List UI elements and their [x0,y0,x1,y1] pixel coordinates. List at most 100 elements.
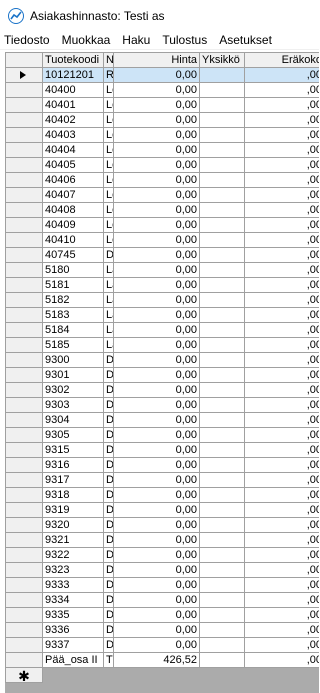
nimi-cell[interactable]: D [104,443,114,458]
row-selector[interactable] [6,518,43,533]
yksikko-cell[interactable] [200,443,245,458]
table-row[interactable]: 40401Le0,00 ,00 [6,98,319,113]
tuotekoodi-cell[interactable]: 40405 [43,158,104,173]
nimi-cell[interactable]: D [104,518,114,533]
row-selector[interactable] [6,338,43,353]
row-selector[interactable] [6,623,43,638]
yksikko-cell[interactable] [200,233,245,248]
nimi-cell[interactable]: D [104,473,114,488]
yksikko-cell[interactable] [200,548,245,563]
nimi-cell[interactable]: D [104,353,114,368]
erakoko-cell[interactable]: ,00 [245,428,319,443]
column-header-tuotekoodi[interactable]: Tuotekoodi [43,53,104,68]
tuotekoodi-cell[interactable]: 40400 [43,83,104,98]
hinta-cell[interactable]: 0,00 [114,158,200,173]
table-row[interactable]: 40406Le0,00 ,00 [6,173,319,188]
row-selector[interactable] [6,248,43,263]
row-selector[interactable] [6,563,43,578]
yksikko-cell[interactable] [200,383,245,398]
erakoko-cell[interactable]: ,00 [245,158,319,173]
row-selector[interactable] [6,488,43,503]
yksikko-cell[interactable] [200,458,245,473]
yksikko-cell[interactable] [200,638,245,653]
erakoko-cell[interactable]: ,00 [245,188,319,203]
nimi-cell[interactable]: D [104,503,114,518]
yksikko-cell[interactable] [200,68,245,83]
table-row[interactable]: 9337D0,00 ,00 [6,638,319,653]
row-selector-header[interactable] [6,53,43,68]
column-header-nimi[interactable]: N [104,53,114,68]
erakoko-cell[interactable]: ,00 [245,293,319,308]
nimi-cell[interactable]: Le [104,188,114,203]
erakoko-cell[interactable]: ,00 [245,248,319,263]
tuotekoodi-cell[interactable]: 9323 [43,563,104,578]
yksikko-cell[interactable] [200,593,245,608]
nimi-cell[interactable]: Le [104,218,114,233]
table-row[interactable]: 9322D0,00 ,00 [6,548,319,563]
yksikko-cell[interactable] [200,353,245,368]
table-row[interactable]: 40403Le0,00 ,00 [6,128,319,143]
table-row[interactable]: 5181La0,00 ,00 [6,278,319,293]
row-selector[interactable] [6,83,43,98]
nimi-cell[interactable]: D [104,563,114,578]
erakoko-cell[interactable]: ,00 [245,323,319,338]
yksikko-cell[interactable] [200,578,245,593]
hinta-cell[interactable]: 0,00 [114,488,200,503]
erakoko-cell[interactable]: ,00 [245,413,319,428]
erakoko-cell[interactable]: ,00 [245,338,319,353]
new-record-cell[interactable] [200,668,245,683]
table-row[interactable]: 9303D0,00 ,00 [6,398,319,413]
tuotekoodi-cell[interactable]: 9337 [43,638,104,653]
tuotekoodi-cell[interactable]: 9302 [43,383,104,398]
nimi-cell[interactable]: D [104,413,114,428]
tuotekoodi-cell[interactable]: 9300 [43,353,104,368]
yksikko-cell[interactable] [200,113,245,128]
table-row[interactable]: 9304D0,00 ,00 [6,413,319,428]
hinta-cell[interactable]: 0,00 [114,323,200,338]
hinta-cell[interactable]: 426,52 [114,653,200,668]
erakoko-cell[interactable]: ,00 [245,368,319,383]
erakoko-cell[interactable]: ,00 [245,548,319,563]
table-row[interactable]: 9323D0,00 ,00 [6,563,319,578]
hinta-cell[interactable]: 0,00 [114,593,200,608]
row-selector[interactable] [6,428,43,443]
nimi-cell[interactable]: Le [104,113,114,128]
yksikko-cell[interactable] [200,563,245,578]
hinta-cell[interactable]: 0,00 [114,473,200,488]
tuotekoodi-cell[interactable]: 5182 [43,293,104,308]
erakoko-cell[interactable]: ,00 [245,173,319,188]
hinta-cell[interactable]: 0,00 [114,428,200,443]
hinta-cell[interactable]: 0,00 [114,548,200,563]
tuotekoodi-cell[interactable]: 40410 [43,233,104,248]
erakoko-cell[interactable]: ,00 [245,113,319,128]
table-row[interactable]: 9336D0,00 ,00 [6,623,319,638]
yksikko-cell[interactable] [200,308,245,323]
erakoko-cell[interactable]: ,00 [245,353,319,368]
hinta-cell[interactable]: 0,00 [114,233,200,248]
erakoko-cell[interactable]: ,00 [245,263,319,278]
nimi-cell[interactable]: Le [104,98,114,113]
row-selector[interactable] [6,308,43,323]
hinta-cell[interactable]: 0,00 [114,83,200,98]
tuotekoodi-cell[interactable]: 5181 [43,278,104,293]
new-record-row[interactable]: ✱ [6,668,319,683]
tuotekoodi-cell[interactable]: 9333 [43,578,104,593]
row-selector[interactable] [6,578,43,593]
row-selector[interactable] [6,458,43,473]
hinta-cell[interactable]: 0,00 [114,398,200,413]
erakoko-cell[interactable]: ,00 [245,473,319,488]
erakoko-cell[interactable]: ,00 [245,518,319,533]
table-row[interactable]: 9320D0,00 ,00 [6,518,319,533]
yksikko-cell[interactable] [200,488,245,503]
nimi-cell[interactable]: La [104,278,114,293]
erakoko-cell[interactable]: ,00 [245,128,319,143]
hinta-cell[interactable]: 0,00 [114,203,200,218]
erakoko-cell[interactable]: ,00 [245,398,319,413]
erakoko-cell[interactable]: ,00 [245,533,319,548]
nimi-cell[interactable]: La [104,293,114,308]
tuotekoodi-cell[interactable]: 9316 [43,458,104,473]
row-selector[interactable] [6,473,43,488]
row-selector[interactable] [6,98,43,113]
table-row[interactable]: 9305D0,00 ,00 [6,428,319,443]
table-row[interactable]: 9301D0,00 ,00 [6,368,319,383]
